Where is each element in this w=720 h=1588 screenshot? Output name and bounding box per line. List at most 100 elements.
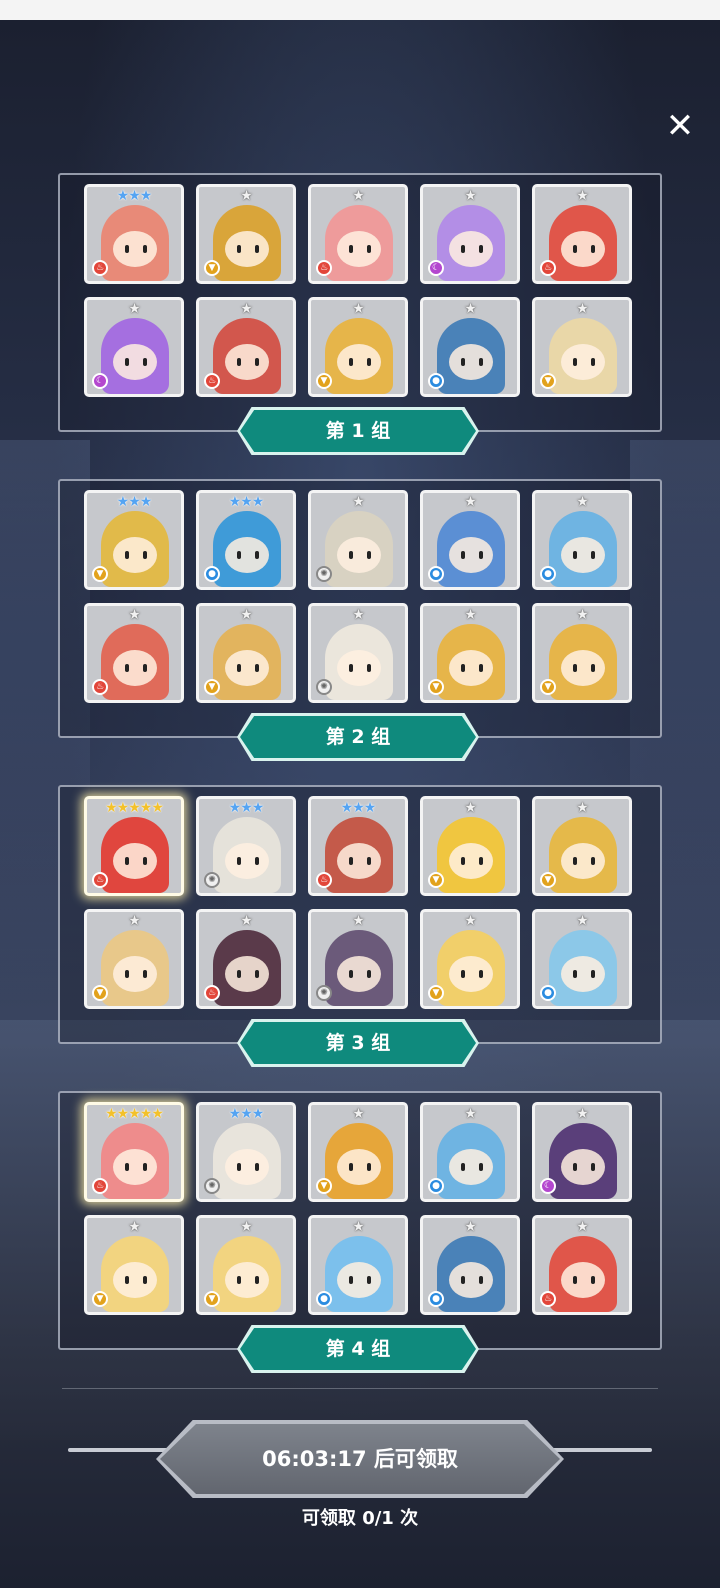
hero-face bbox=[113, 650, 157, 686]
hero-card[interactable]: ★ ▼ bbox=[196, 1215, 296, 1315]
hero-face bbox=[561, 344, 605, 380]
hero-card[interactable]: ★ ♨ bbox=[196, 297, 296, 397]
hero-card[interactable]: ★ ▼ bbox=[532, 796, 632, 896]
hero-face bbox=[561, 650, 605, 686]
hero-card[interactable]: ★★★ ▼ bbox=[84, 490, 184, 590]
hero-card[interactable]: ★ ● bbox=[420, 297, 520, 397]
hero-eye bbox=[237, 245, 241, 253]
hero-card[interactable]: ★ ☾ bbox=[420, 184, 520, 284]
hero-eye bbox=[573, 1163, 577, 1171]
star-rating: ★ bbox=[576, 913, 589, 929]
hero-card[interactable]: ★ ▼ bbox=[84, 909, 184, 1009]
hero-card[interactable]: ★★★ ✺ bbox=[196, 796, 296, 896]
hero-card[interactable]: ★ ✺ bbox=[308, 490, 408, 590]
star-rating: ★★★ bbox=[116, 494, 153, 510]
hero-eye bbox=[143, 551, 147, 559]
water-element-icon: ● bbox=[540, 566, 556, 582]
group-panel-1: ★★★ ♨ ★ ▼ ★ ♨ ★ ☾ ★ ♨ ★ ☾ ★ ♨ ★ ▼ ★ ● ★ ▼ 第 1 组 bbox=[58, 173, 662, 455]
hero-card[interactable]: ★ ● bbox=[420, 1102, 520, 1202]
hero-card[interactable]: ★★★ ✺ bbox=[196, 1102, 296, 1202]
star-rating: ★ bbox=[352, 188, 365, 204]
hero-eye bbox=[591, 358, 595, 366]
hero-face bbox=[449, 956, 493, 992]
hero-card[interactable]: ★ ▼ bbox=[308, 297, 408, 397]
hero-eye bbox=[591, 245, 595, 253]
group-label-tab[interactable]: 第 3 组 bbox=[240, 1022, 476, 1064]
hero-card[interactable]: ★ ▼ bbox=[420, 603, 520, 703]
hero-eye bbox=[143, 245, 147, 253]
hero-card[interactable]: ★ ▼ bbox=[196, 603, 296, 703]
hero-card[interactable]: ★ ● bbox=[420, 1215, 520, 1315]
hero-eye bbox=[461, 857, 465, 865]
water-element-icon: ● bbox=[428, 1291, 444, 1307]
hero-card[interactable]: ★ ♨ bbox=[532, 1215, 632, 1315]
hero-card[interactable]: ★ ♨ bbox=[308, 184, 408, 284]
hero-face bbox=[113, 344, 157, 380]
claim-timer-button[interactable]: 06:03:17 后可领取 bbox=[160, 1424, 560, 1494]
hero-card[interactable]: ★ ♨ bbox=[196, 909, 296, 1009]
hero-eye bbox=[461, 970, 465, 978]
hero-card[interactable]: ★★★ ♨ bbox=[308, 796, 408, 896]
hero-face bbox=[337, 650, 381, 686]
hero-eye bbox=[367, 1163, 371, 1171]
group-label-tab[interactable]: 第 2 组 bbox=[240, 716, 476, 758]
hero-eye bbox=[349, 970, 353, 978]
hero-eye bbox=[255, 358, 259, 366]
hero-face bbox=[561, 231, 605, 267]
earth-element-icon: ▼ bbox=[428, 985, 444, 1001]
hero-eye bbox=[461, 358, 465, 366]
hero-card[interactable]: ★ ● bbox=[532, 909, 632, 1009]
hero-card[interactable]: ★ ▼ bbox=[84, 1215, 184, 1315]
hero-card[interactable]: ★ ▼ bbox=[196, 184, 296, 284]
hero-eye bbox=[237, 664, 241, 672]
hero-card[interactable]: ★ ● bbox=[308, 1215, 408, 1315]
hero-eye bbox=[461, 245, 465, 253]
hero-card[interactable]: ★ ▼ bbox=[308, 1102, 408, 1202]
group-label-tab[interactable]: 第 4 组 bbox=[240, 1328, 476, 1370]
hero-card[interactable]: ★ ☾ bbox=[84, 297, 184, 397]
hero-card[interactable]: ★★★★★ ♨ bbox=[84, 796, 184, 896]
hero-eye bbox=[255, 245, 259, 253]
hero-face bbox=[561, 956, 605, 992]
star-rating: ★ bbox=[128, 913, 141, 929]
close-button[interactable]: ✕ bbox=[662, 108, 698, 144]
hero-card[interactable]: ★ ▼ bbox=[420, 796, 520, 896]
hero-eye bbox=[573, 664, 577, 672]
hero-card[interactable]: ★★★ ● bbox=[196, 490, 296, 590]
hero-eye bbox=[349, 358, 353, 366]
hero-grid: ★★★★★ ♨ ★★★ ✺ ★ ▼ ★ ● ★ ☾ ★ ▼ ★ ▼ ★ ● ★ ● ★ ♨ bbox=[84, 1102, 632, 1315]
group-label-tab[interactable]: 第 1 组 bbox=[240, 410, 476, 452]
hero-card[interactable]: ★ ● bbox=[420, 490, 520, 590]
hero-face bbox=[449, 537, 493, 573]
hero-eye bbox=[349, 245, 353, 253]
hero-face bbox=[449, 843, 493, 879]
hero-card[interactable]: ★ ♨ bbox=[532, 184, 632, 284]
star-rating: ★ bbox=[576, 1219, 589, 1235]
hero-face bbox=[113, 843, 157, 879]
hero-card[interactable]: ★ ▼ bbox=[532, 603, 632, 703]
fire-element-icon: ♨ bbox=[316, 872, 332, 888]
hero-face bbox=[449, 1149, 493, 1185]
hero-card[interactable]: ★ ● bbox=[532, 490, 632, 590]
star-rating: ★ bbox=[464, 800, 477, 816]
star-rating: ★ bbox=[352, 301, 365, 317]
hero-card[interactable]: ★ ▼ bbox=[420, 909, 520, 1009]
hero-card[interactable]: ★★★★★ ♨ bbox=[84, 1102, 184, 1202]
hero-eye bbox=[143, 857, 147, 865]
hero-card[interactable]: ★ ♨ bbox=[84, 603, 184, 703]
hero-eye bbox=[367, 358, 371, 366]
water-element-icon: ● bbox=[204, 566, 220, 582]
hero-eye bbox=[367, 857, 371, 865]
hero-card[interactable]: ★★★ ♨ bbox=[84, 184, 184, 284]
hero-card[interactable]: ★ ☾ bbox=[532, 1102, 632, 1202]
hero-card[interactable]: ★ ▼ bbox=[532, 297, 632, 397]
star-rating: ★ bbox=[240, 188, 253, 204]
hero-card[interactable]: ★ ✺ bbox=[308, 909, 408, 1009]
hero-face bbox=[225, 1262, 269, 1298]
hero-card[interactable]: ★ ✺ bbox=[308, 603, 408, 703]
footer-divider bbox=[62, 1388, 658, 1389]
star-rating: ★ bbox=[352, 1219, 365, 1235]
fire-element-icon: ♨ bbox=[540, 1291, 556, 1307]
hero-eye bbox=[479, 1163, 483, 1171]
star-rating: ★★★★★ bbox=[105, 800, 164, 816]
